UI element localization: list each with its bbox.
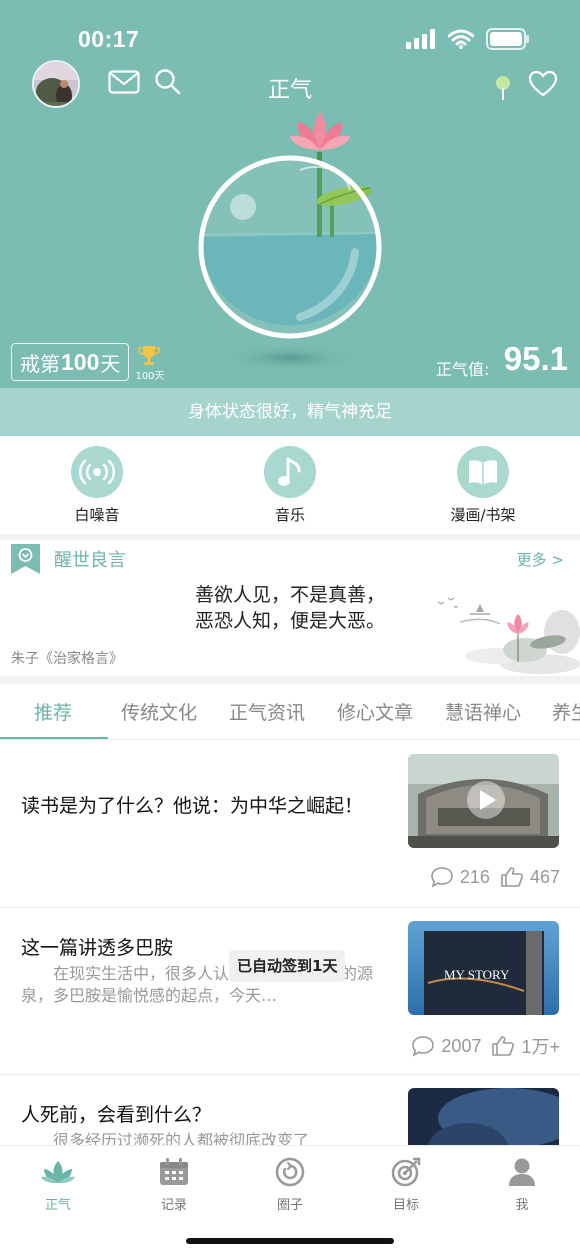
tabbar-label: 目标 bbox=[392, 1198, 419, 1213]
circle-refresh-icon bbox=[250, 1156, 330, 1188]
article-thumbnail bbox=[408, 1088, 559, 1145]
status-message: 身体状态很好，精气神充足 bbox=[0, 388, 580, 436]
category-tabs: 推荐 传统文化 正气资讯 修心文章 慧语禅心 养生 bbox=[0, 684, 580, 740]
article-stats: 216 467 bbox=[430, 866, 560, 888]
tabbar-item-goal[interactable]: 目标 bbox=[366, 1156, 446, 1213]
tabbar-item-record[interactable]: 记录 bbox=[134, 1156, 214, 1213]
quote-more-link[interactable]: 更多 > bbox=[517, 549, 564, 570]
ink-lotus-illustration bbox=[437, 597, 580, 674]
lotus-icon bbox=[18, 1156, 98, 1188]
comment-icon[interactable] bbox=[430, 866, 454, 888]
divider bbox=[0, 676, 580, 684]
avatar[interactable] bbox=[32, 60, 80, 108]
tab-mind-articles[interactable]: 修心文章 bbox=[337, 698, 413, 725]
quick-action-music[interactable]: 音乐 bbox=[230, 446, 350, 525]
quick-action-white-noise[interactable]: 白噪音 bbox=[37, 446, 157, 525]
mail-icon[interactable] bbox=[108, 70, 140, 98]
quote-source: 朱子《治家格言》 bbox=[11, 651, 123, 667]
streak-suffix: 天 bbox=[100, 351, 121, 376]
home-indicator bbox=[186, 1238, 394, 1244]
lotus-globe[interactable] bbox=[180, 100, 400, 382]
broadcast-icon bbox=[71, 446, 123, 498]
quote-section-title: 醒世良言 bbox=[54, 550, 126, 571]
quick-action-label: 音乐 bbox=[274, 506, 305, 524]
status-time: 00:17 bbox=[78, 26, 140, 52]
quick-actions: 白噪音 音乐 漫画/书架 bbox=[0, 436, 580, 534]
auto-checkin-toast: 已自动签到1天 bbox=[229, 950, 346, 982]
article-title: 人死前，会看到什么？ bbox=[21, 1104, 212, 1126]
score-label: 正气值: bbox=[436, 360, 490, 379]
streak-prefix: 戒第 bbox=[20, 351, 60, 376]
tabbar-label: 记录 bbox=[160, 1198, 187, 1213]
thumbs-up-icon[interactable] bbox=[491, 1035, 515, 1057]
tabbar-label: 圈子 bbox=[276, 1198, 303, 1213]
top-nav: 正气 bbox=[0, 58, 580, 112]
tab-traditional-culture[interactable]: 传统文化 bbox=[121, 698, 197, 725]
comment-icon[interactable] bbox=[411, 1035, 435, 1057]
search-icon[interactable] bbox=[154, 68, 182, 100]
tabbar-item-me[interactable]: 我 bbox=[482, 1156, 562, 1213]
heart-icon[interactable] bbox=[528, 70, 558, 102]
article-stats: 2007 1万+ bbox=[411, 1033, 560, 1059]
status-icons bbox=[406, 28, 530, 50]
calendar-icon bbox=[134, 1156, 214, 1188]
bookmark-icon bbox=[11, 544, 40, 574]
article-thumbnail bbox=[408, 754, 559, 848]
comment-count: 216 bbox=[459, 866, 490, 887]
wifi-icon bbox=[448, 29, 474, 49]
article-item[interactable]: 人死前，会看到什么？ 很多经历过濒死的人都被彻底改变了 bbox=[0, 1075, 580, 1145]
like-count: 467 bbox=[529, 866, 560, 887]
streak-days: 100 bbox=[61, 348, 100, 375]
article-summary: 很多经历过濒死的人都被彻底改变了 bbox=[53, 1131, 310, 1145]
article-item[interactable]: 读书是为了什么？他说：为中华之崛起！ 216 467 bbox=[0, 741, 580, 908]
thumbs-up-icon[interactable] bbox=[500, 866, 524, 888]
comment-count: 2007 bbox=[441, 1035, 482, 1056]
tab-zen-words[interactable]: 慧语禅心 bbox=[445, 698, 521, 725]
quick-action-bookshelf[interactable]: 漫画/书架 bbox=[423, 446, 543, 525]
status-bar: 00:17 bbox=[0, 22, 580, 58]
article-item[interactable]: 这一篇讲透多巴胺 在现实生活中，很多人认为多巴胺是快乐的源泉，多巴胺是愉悦感的起… bbox=[0, 908, 580, 1075]
article-title: 读书是为了什么？他说：为中华之崛起！ bbox=[21, 795, 364, 817]
article-title: 这一篇讲透多巴胺 bbox=[21, 937, 174, 959]
trophy-label: 100天 bbox=[135, 371, 165, 382]
tab-news[interactable]: 正气资讯 bbox=[229, 698, 305, 725]
streak-badge[interactable]: 戒第 100 天 bbox=[11, 343, 130, 381]
tabbar-item-zhengqi[interactable]: 正气 bbox=[18, 1156, 98, 1213]
battery-icon bbox=[486, 28, 529, 50]
quick-action-label: 漫画/书架 bbox=[450, 506, 516, 524]
thumbnail-title: MY STORY bbox=[444, 967, 510, 982]
signal-icon bbox=[406, 29, 435, 49]
tabbar-item-circle[interactable]: 圈子 bbox=[250, 1156, 330, 1213]
tree-icon[interactable] bbox=[494, 74, 512, 106]
page-title: 正气 bbox=[267, 78, 312, 103]
article-thumbnail: MY STORY bbox=[408, 921, 559, 1015]
active-tab-indicator bbox=[0, 737, 108, 739]
tabbar-label: 正气 bbox=[44, 1198, 71, 1213]
hero-panel: 00:17 正气 戒第 100 天 100天 正气值: 95.1 bbox=[0, 0, 580, 388]
target-icon bbox=[366, 1156, 446, 1188]
person-icon bbox=[482, 1156, 562, 1188]
quick-action-label: 白噪音 bbox=[74, 506, 120, 524]
tabbar-label: 我 bbox=[515, 1198, 529, 1213]
like-count: 1万+ bbox=[521, 1037, 560, 1057]
book-icon bbox=[457, 446, 509, 498]
score-value: 95.1 bbox=[503, 340, 568, 377]
quote-card[interactable]: 醒世良言 更多 > 善欲人见，不是真善， 恶恐人知，便是大恶。 朱子《治家格言》 bbox=[0, 540, 580, 676]
tab-health[interactable]: 养生 bbox=[552, 698, 580, 725]
tab-recommend[interactable]: 推荐 bbox=[34, 698, 72, 725]
music-note-icon bbox=[264, 446, 316, 498]
